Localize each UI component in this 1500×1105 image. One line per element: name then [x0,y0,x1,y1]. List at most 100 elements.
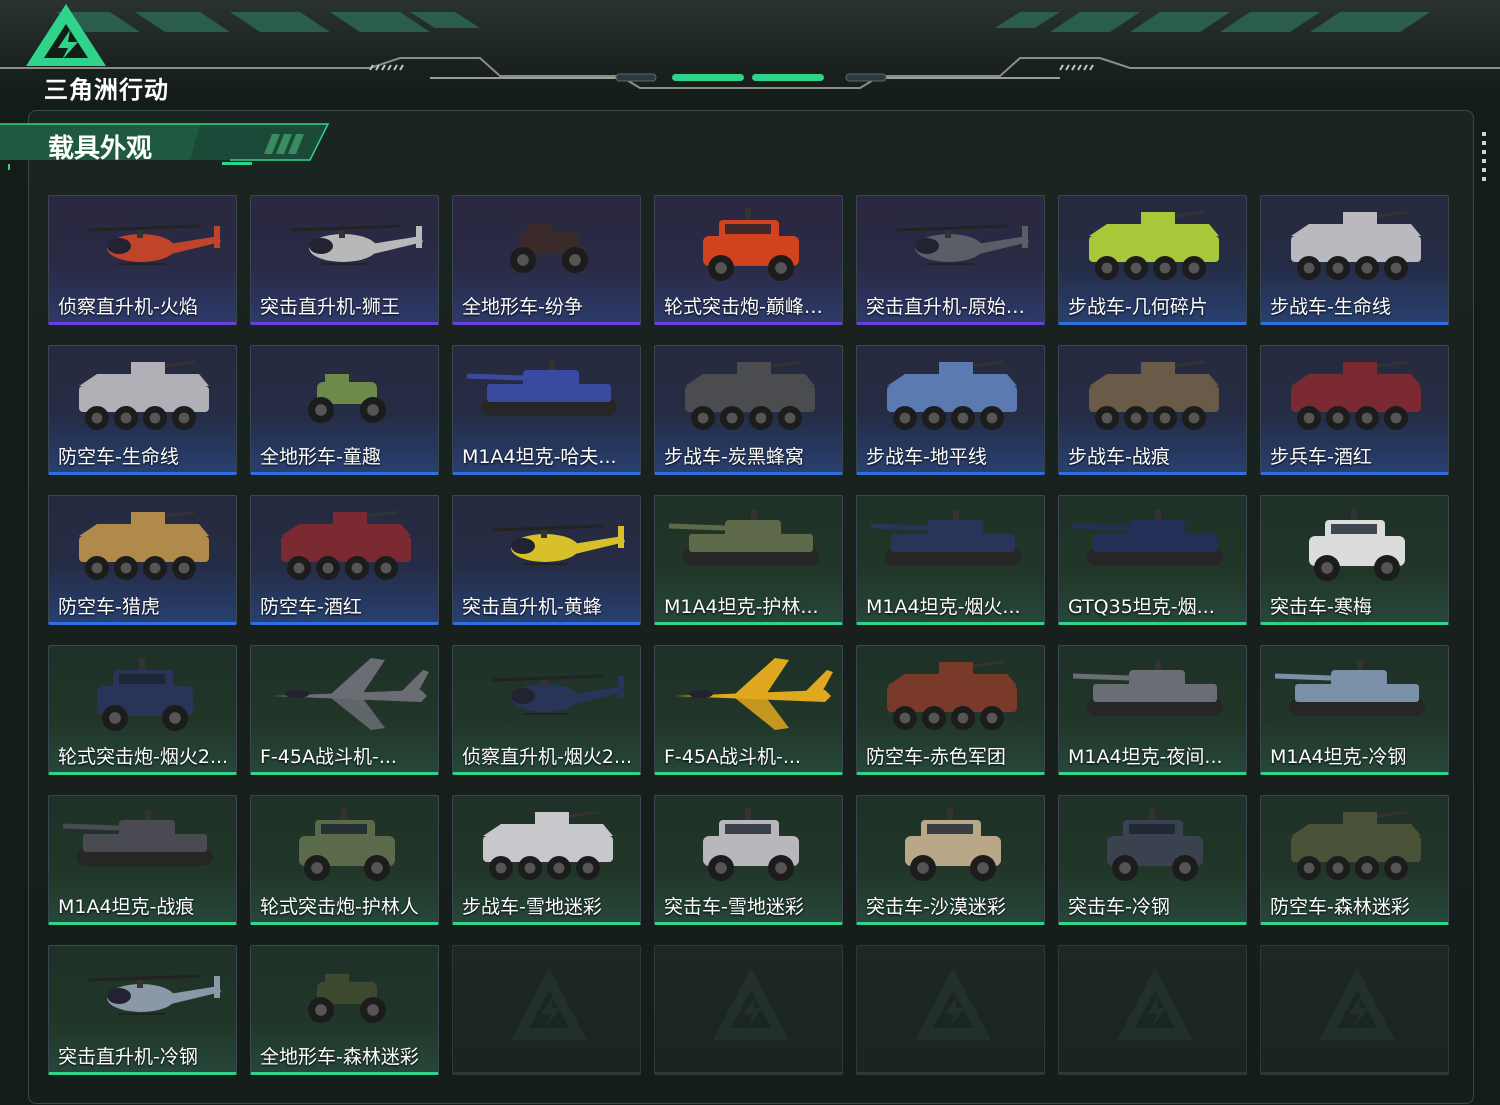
vehicle-skin-name: 防空车-猎虎 [58,596,160,618]
vehicle-skin-card[interactable]: M1A4坦克-战痕 [48,795,237,925]
vehicle-skin-name: 步战车-雪地迷彩 [462,896,602,918]
vehicle-skin-card[interactable]: 防空车-森林迷彩 [1260,795,1449,925]
vehicle-skin-card[interactable]: GTQ35坦克-烟... [1058,495,1247,625]
empty-slot-card [654,945,843,1075]
vehicle-truck-image [97,658,193,731]
vehicle-skin-card[interactable]: 防空车-赤色军团 [856,645,1045,775]
vehicle-skin-name: 突击车-沙漠迷彩 [866,896,1006,918]
vehicle-heli-image [290,224,423,265]
vehicle-skin-name: 防空车-酒红 [260,596,362,618]
vehicle-heli-image [492,524,625,565]
vehicle-skin-card[interactable]: 步战车-生命线 [1260,195,1449,325]
vehicle-skin-name: 全地形车-森林迷彩 [260,1046,419,1068]
vehicle-jet-image [271,658,429,730]
vehicle-skin-card[interactable]: 防空车-生命线 [48,345,237,475]
vehicle-skin-card[interactable]: F-45A战斗机-... [654,645,843,775]
vehicle-ifv-image [887,360,1017,430]
vehicle-skin-name: GTQ35坦克-烟... [1068,596,1215,618]
vehicle-skin-card[interactable]: 防空车-酒红 [250,495,439,625]
vehicle-ifv-image [1089,210,1219,280]
vehicle-skin-name: 步战车-地平线 [866,446,987,468]
vehicle-skin-card[interactable]: F-45A战斗机-... [250,645,439,775]
vehicle-skin-card[interactable]: 轮式突击炮-烟火2... [48,645,237,775]
vehicle-truck-image [1107,808,1203,881]
vehicle-skin-card[interactable]: 轮式突击炮-护林人 [250,795,439,925]
vehicle-skin-card[interactable]: 突击车-冷钢 [1058,795,1247,925]
vehicle-skin-card[interactable]: M1A4坦克-哈夫... [452,345,641,475]
vehicle-skin-card[interactable]: 突击车-寒梅 [1260,495,1449,625]
empty-slot-card [452,945,641,1075]
vehicle-skin-card[interactable]: 步战车-几何碎片 [1058,195,1247,325]
vehicle-skin-name: F-45A战斗机-... [260,746,397,768]
vehicle-skin-card[interactable]: 突击直升机-黄蜂 [452,495,641,625]
vehicle-ifv-image [1089,360,1219,430]
vehicle-skin-card[interactable]: 侦察直升机-火焰 [48,195,237,325]
vehicle-ifv-image [1291,360,1421,430]
empty-slot-card [1260,945,1449,1075]
empty-slot-card [856,945,1045,1075]
vehicle-ifv-image [79,360,209,430]
vehicle-skin-name: 步战车-生命线 [1270,296,1391,318]
vehicle-skin-card[interactable]: M1A4坦克-烟火... [856,495,1045,625]
vehicle-tank-image [668,510,819,566]
vehicle-skin-name: M1A4坦克-冷钢 [1270,746,1407,768]
vehicle-ifv-image [1291,210,1421,280]
vehicle-skin-name: 防空车-生命线 [58,446,179,468]
vehicle-tank-image [870,510,1021,566]
vehicle-skin-card[interactable]: 突击直升机-原始伪... [856,195,1045,325]
vehicle-skin-card[interactable]: 全地形车-纷争 [452,195,641,325]
vehicle-skin-card[interactable]: 步兵车-酒红 [1260,345,1449,475]
vehicle-skin-card[interactable]: 步战车-战痕 [1058,345,1247,475]
vehicle-skin-card[interactable]: 全地形车-童趣 [250,345,439,475]
vehicle-skin-name: 侦察直升机-烟火2... [462,746,633,768]
vehicle-skin-card[interactable]: 侦察直升机-烟火2... [452,645,641,775]
top-header: 三角洲行动 [0,0,1500,108]
vehicle-skin-name: 侦察直升机-火焰 [58,296,198,318]
vehicle-skin-card[interactable]: M1A4坦克-冷钢 [1260,645,1449,775]
vehicle-skin-card[interactable]: 步战车-炭黑蜂窝 [654,345,843,475]
vehicle-skin-card[interactable]: 步战车-雪地迷彩 [452,795,641,925]
vehicle-skin-name: 步战车-几何碎片 [1068,296,1208,318]
vehicle-skin-name: 步兵车-酒红 [1270,446,1372,468]
logo-watermark-icon [915,968,991,1040]
vehicle-ifv-image [79,510,209,580]
vehicle-heli-image [88,974,221,1015]
vehicle-ifv-image [685,360,815,430]
vehicle-skin-card[interactable]: 轮式突击炮-巅峰竞... [654,195,843,325]
vehicle-ifv-image [1291,810,1421,880]
vehicle-tank-image [62,810,213,866]
vehicle-truck-image [703,208,799,281]
vehicle-skin-card[interactable]: 突击直升机-狮王 [250,195,439,325]
logo-text: 三角洲行动 [44,76,169,104]
vehicle-skin-name: 轮式突击炮-烟火2... [58,746,229,768]
vehicle-atv-image [308,974,386,1023]
vehicle-skin-name: M1A4坦克-夜间... [1068,746,1223,768]
vehicle-jet-image [675,658,833,730]
vehicle-skin-name: 突击直升机-狮王 [260,296,400,318]
vehicle-skin-name: 防空车-森林迷彩 [1270,896,1410,918]
vehicle-skin-name: 全地形车-纷争 [462,296,583,318]
vehicle-truck-image [299,808,395,881]
vehicle-skin-card[interactable]: 突击车-雪地迷彩 [654,795,843,925]
logo-watermark-icon [713,968,789,1040]
vehicle-skin-name: 突击直升机-原始伪... [866,296,1038,318]
vehicle-skin-card[interactable]: 突击车-沙漠迷彩 [856,795,1045,925]
vehicle-skin-name: 突击车-雪地迷彩 [664,896,804,918]
logo-watermark-icon [1319,968,1395,1040]
vehicle-skin-name: 步战车-战痕 [1068,446,1170,468]
vehicle-skin-name: 突击直升机-冷钢 [58,1046,198,1068]
vehicle-skin-name: M1A4坦克-哈夫... [462,446,617,468]
vehicle-skin-name: 突击直升机-黄蜂 [462,596,602,618]
vehicle-skin-card[interactable]: M1A4坦克-夜间... [1058,645,1247,775]
vehicle-skin-name: M1A4坦克-烟火... [866,596,1021,618]
vehicle-skin-card[interactable]: 全地形车-森林迷彩 [250,945,439,1075]
vehicle-atv-image [510,224,588,273]
vehicle-skin-card[interactable]: M1A4坦克-护林... [654,495,843,625]
vehicle-skin-card[interactable]: 步战车-地平线 [856,345,1045,475]
vehicle-skin-name: M1A4坦克-战痕 [58,896,195,918]
scroll-indicator[interactable] [1482,132,1486,182]
vehicle-atv-image [308,374,386,423]
vehicle-skin-card[interactable]: 突击直升机-冷钢 [48,945,237,1075]
header-decoration [0,12,1500,89]
vehicle-skin-card[interactable]: 防空车-猎虎 [48,495,237,625]
